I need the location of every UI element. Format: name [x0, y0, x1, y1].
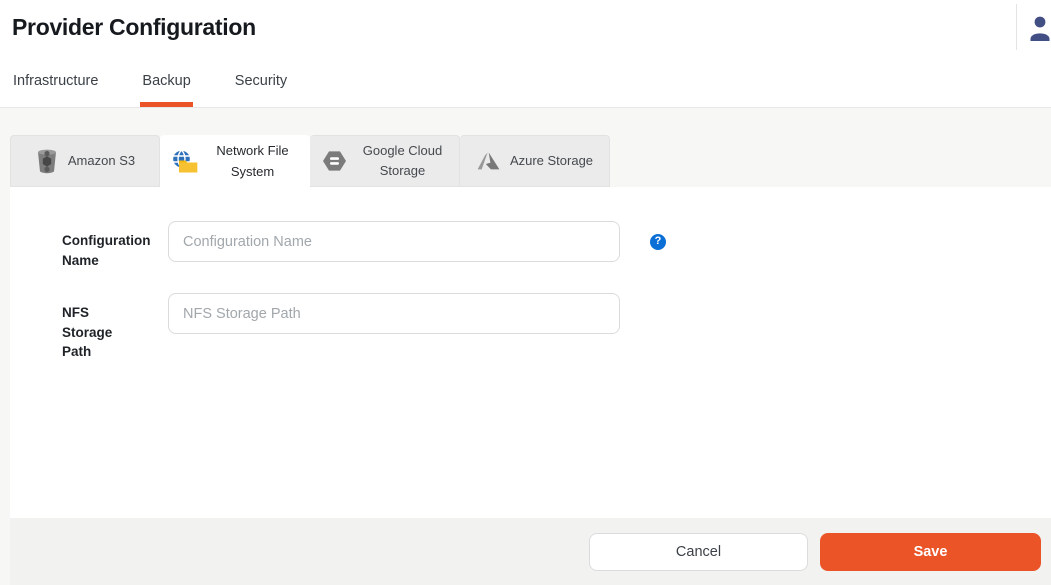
tab-infrastructure[interactable]: Infrastructure	[13, 55, 98, 107]
amazon-s3-icon	[35, 148, 59, 175]
active-tab-underline	[140, 102, 192, 107]
save-button[interactable]: Save	[820, 533, 1041, 571]
configuration-name-input[interactable]	[168, 221, 620, 262]
configuration-name-row: Configuration Name ?	[10, 221, 1051, 270]
cancel-button[interactable]: Cancel	[589, 533, 808, 571]
azure-storage-icon	[476, 151, 501, 172]
network-file-system-icon	[171, 149, 198, 174]
user-menu-button[interactable]	[1027, 13, 1051, 43]
footer-actions: Cancel Save	[10, 518, 1051, 585]
provider-tab-label: Network File System	[207, 141, 299, 181]
nfs-storage-path-row: NFS Storage Path	[10, 293, 1051, 362]
provider-tab-label: Azure Storage	[510, 151, 593, 171]
form-panel: Configuration Name ? NFS Storage Path	[10, 187, 1051, 518]
tab-security[interactable]: Security	[235, 55, 287, 107]
provider-tabs: Amazon S3 Network File System	[10, 135, 1051, 187]
tab-infrastructure-label: Infrastructure	[13, 73, 98, 89]
main-tabs: Infrastructure Backup Security	[0, 55, 1051, 108]
provider-tab-label: Amazon S3	[68, 151, 135, 171]
tab-backup-label: Backup	[142, 73, 190, 89]
page-header: Provider Configuration	[0, 0, 1051, 55]
tab-security-label: Security	[235, 73, 287, 89]
user-icon	[1027, 31, 1051, 46]
provider-tab-azure-storage[interactable]: Azure Storage	[460, 135, 610, 187]
nfs-storage-path-input[interactable]	[168, 293, 620, 334]
header-divider	[1016, 4, 1017, 50]
nfs-storage-path-label: NFS Storage Path	[62, 293, 132, 362]
tab-backup[interactable]: Backup	[142, 55, 190, 107]
provider-tab-label: Google Cloud Storage	[357, 141, 449, 181]
page-title: Provider Configuration	[12, 14, 256, 41]
provider-tab-amazon-s3[interactable]: Amazon S3	[10, 135, 160, 187]
configuration-name-label: Configuration Name	[62, 221, 132, 270]
provider-tab-network-file-system[interactable]: Network File System	[160, 135, 310, 187]
provider-tab-google-cloud-storage[interactable]: Google Cloud Storage	[310, 135, 460, 187]
help-icon[interactable]: ?	[650, 234, 666, 250]
provider-configuration-screen: Provider Configuration Infrastructure Ba…	[0, 0, 1051, 585]
google-cloud-storage-icon	[321, 149, 348, 173]
